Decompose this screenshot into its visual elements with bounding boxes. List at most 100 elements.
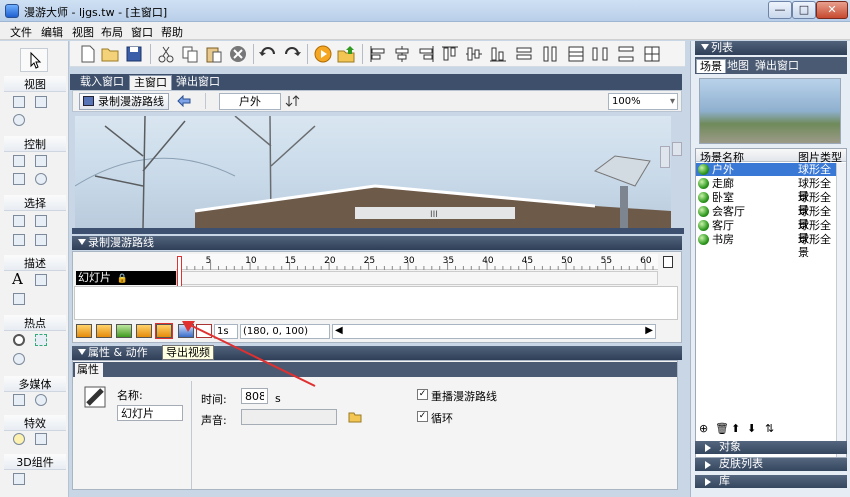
tab-map[interactable]: 地图 [724,59,752,73]
scene-row[interactable]: 卧室 球形全景 [696,191,836,217]
section-3d[interactable]: 3D组件 [4,454,66,470]
scene-row[interactable]: 户外 球形全景 [696,163,836,189]
zoom-select[interactable]: 100% ▾ [608,93,678,110]
control-dial-icon[interactable] [35,173,47,185]
timeline-end-marker[interactable] [663,256,673,268]
control-panel-icon[interactable] [13,173,25,185]
redo-icon[interactable] [282,44,302,64]
play-route-icon[interactable] [116,324,132,338]
tab-popup-window[interactable]: 弹出窗口 [172,75,224,90]
open-folder-icon[interactable] [100,44,120,64]
menu-layout[interactable]: 布局 [101,24,123,40]
close-button[interactable]: ✕ [816,1,848,19]
select-arrow-tool[interactable] [20,48,48,72]
playhead[interactable] [177,256,182,290]
view-rect-icon[interactable] [13,96,25,108]
menu-file[interactable]: 文件 [10,24,32,40]
distribute-v-icon[interactable] [616,44,636,64]
section-multimedia[interactable]: 多媒体 [4,376,66,392]
section-skins[interactable]: 皮肤列表 [695,458,847,471]
sound-input[interactable] [241,409,337,425]
loop-checkbox[interactable]: ✓ [417,411,428,422]
add-keyframe-icon[interactable] [76,324,92,338]
menu-edit[interactable]: 编辑 [41,24,63,40]
open-folder-icon[interactable] [348,409,362,423]
scene-list-scrollbar[interactable] [836,163,846,457]
track-label[interactable]: 幻灯片 🔒 [76,271,176,285]
preview-scrollbar[interactable] [660,146,670,168]
select-thumb-icon[interactable] [13,234,25,246]
paste-icon[interactable] [204,44,224,64]
same-width-icon[interactable] [514,44,534,64]
back-arrow-icon[interactable] [177,95,191,107]
text-tool-icon[interactable]: A [12,270,23,288]
align-top-icon[interactable] [440,44,460,64]
section-objects[interactable]: 对象 [695,441,847,454]
add-scene-icon[interactable]: ⊕ [699,422,708,435]
menu-view[interactable]: 视图 [72,24,94,40]
sort-icon[interactable] [285,94,301,108]
publish-icon[interactable] [336,44,356,64]
effect-icon[interactable] [35,433,47,445]
track-panel-header[interactable]: 录制漫游路线 [72,236,682,250]
scene-row[interactable]: 客厅 球形全景 [696,219,836,245]
cut-icon[interactable] [156,44,176,64]
maximize-button[interactable]: □ [792,1,816,19]
same-height-icon[interactable] [540,44,560,64]
sun-effect-icon[interactable] [13,433,25,445]
text-label-icon[interactable] [13,293,25,305]
audio-icon[interactable] [35,394,47,406]
align-center-icon[interactable] [392,44,412,64]
move-up-icon[interactable]: ⬆ [731,422,740,435]
replay-checkbox[interactable]: ✓ [417,389,428,400]
tab-scenes[interactable]: 场景 [696,59,726,73]
menu-window[interactable]: 窗口 [131,24,153,40]
scene-thumbnail[interactable] [699,78,841,144]
section-hotspot[interactable]: 热点 [4,315,66,331]
view-globe-icon[interactable] [13,114,25,126]
remove-keyframe-icon[interactable] [96,324,112,338]
menu-help[interactable]: 帮助 [161,24,183,40]
align-bottom-icon[interactable] [488,44,508,64]
play-icon[interactable] [313,44,333,64]
tab-main-window[interactable]: 主窗口 [129,75,172,90]
track-lane[interactable] [176,271,658,285]
sort-scenes-icon[interactable]: ⇅ [765,422,774,435]
horizontal-scrollbar[interactable]: ◀ ▶ [332,324,656,339]
select-grid-icon[interactable] [35,215,47,227]
save-icon[interactable] [124,44,144,64]
view-image-icon[interactable] [35,96,47,108]
hotspot-area-icon[interactable] [35,334,47,346]
distribute-h-icon[interactable] [590,44,610,64]
hotspot-point-icon[interactable] [13,334,25,346]
video-icon[interactable] [13,394,25,406]
section-select[interactable]: 选择 [4,195,66,211]
splitter[interactable] [72,228,684,234]
section-library[interactable]: 库 [695,475,847,488]
hotspot-polygon-icon[interactable] [13,353,25,365]
move-down-icon[interactable]: ⬇ [747,422,756,435]
3d-model-icon[interactable] [13,473,25,485]
track-area[interactable] [74,286,678,320]
tab-properties[interactable]: 属性 [75,363,103,377]
keyframe-settings-icon[interactable] [136,324,152,338]
section-effects[interactable]: 特效 [4,415,66,431]
scroll-left-icon[interactable]: ◀ [335,325,343,336]
grid-icon[interactable] [642,44,662,64]
scroll-right-icon[interactable]: ▶ [645,325,653,336]
section-describe[interactable]: 描述 [4,255,66,271]
align-left-icon[interactable] [368,44,388,64]
list-panel-header[interactable]: 列表 [695,41,847,55]
align-right-icon[interactable] [416,44,436,64]
align-middle-icon[interactable] [464,44,484,64]
minimize-button[interactable]: — [768,1,792,19]
select-map-icon[interactable] [35,234,47,246]
record-route-button[interactable]: 录制漫游路线 [79,93,169,110]
scene-row[interactable]: 书房 球形全景 [696,233,836,259]
scene-row[interactable]: 会客厅 球形全景 [696,205,836,231]
section-control[interactable]: 控制 [4,136,66,152]
text-box-icon[interactable] [35,274,47,286]
section-view[interactable]: 视图 [4,76,66,92]
tab-popup[interactable]: 弹出窗口 [752,59,802,73]
tab-load-window[interactable]: 载入窗口 [76,75,128,90]
